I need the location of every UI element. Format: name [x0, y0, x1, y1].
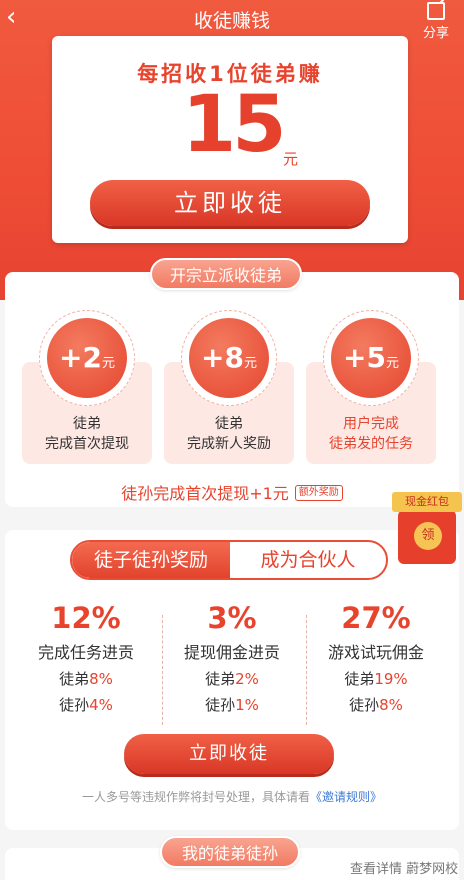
reward-badge: +8元: [181, 310, 277, 406]
commission-percent: 12%: [51, 601, 121, 635]
commission-label: 徒孙: [59, 696, 90, 714]
reward-amount: 15: [182, 80, 287, 170]
reward-unit: 元: [283, 150, 299, 168]
commission-percent: 27%: [341, 601, 411, 635]
feature-line2: 徒弟发的任务: [329, 436, 413, 452]
commission-label: 徒弟: [205, 670, 236, 688]
reward-badge-value: +8: [201, 341, 244, 374]
share-icon: [427, 2, 445, 20]
page-title: 收徒赚钱: [193, 10, 270, 32]
invite-rules-link[interactable]: 《邀请规则》: [310, 790, 382, 804]
reward-badge-unit: 元: [243, 356, 257, 371]
commission-name: 提现佣金进贡: [183, 643, 280, 662]
section-pill-recruit: 开宗立派收徒弟: [150, 258, 302, 290]
feature-line1: 徒弟: [215, 416, 243, 432]
extra-reward-text: 徒孙完成首次提现+1元: [121, 484, 289, 503]
commission-label: 徒弟: [344, 670, 375, 688]
recruit-now-button-2[interactable]: 立即收徒: [124, 734, 334, 774]
rules-notice: 一人多号等违规作弊将封号处理，具体请看《邀请规则》: [0, 788, 464, 805]
rules-text: 一人多号等违规作弊将封号处理，具体请看: [81, 790, 310, 804]
reward-badge-value: +5: [343, 341, 386, 374]
feature-line2: 完成新人奖励: [187, 436, 271, 452]
commission-value: 19%: [374, 670, 408, 688]
commission-value: 8%: [89, 670, 113, 688]
reward-badge: +2元: [39, 310, 135, 406]
commission-name: 游戏试玩佣金: [327, 643, 424, 662]
commission-column: 12% 完成任务进贡 徒弟8% 徒孙4%: [10, 598, 162, 718]
reward-badge-unit: 元: [385, 356, 399, 371]
reward-badge: +5元: [323, 310, 419, 406]
commission-label: 徒弟: [59, 670, 90, 688]
watermark: 查看详情 蔚梦网校: [350, 862, 459, 877]
commission-value: 2%: [235, 670, 259, 688]
reward-badge-unit: 元: [101, 356, 115, 371]
cash-redpack[interactable]: 现金红包 领: [392, 492, 462, 570]
nav-bar: ‹ 收徒赚钱 分享: [0, 0, 464, 41]
commission-label: 徒孙: [205, 696, 236, 714]
feature-line2: 完成首次提现: [45, 436, 129, 452]
redpack-label: 现金红包: [392, 492, 462, 512]
feature-line1: 用户完成: [343, 416, 399, 432]
commission-name: 完成任务进贡: [37, 643, 134, 662]
commission-value: 1%: [235, 696, 259, 714]
reward-badge-value: +2: [59, 341, 102, 374]
redpack-coin-icon: 领: [414, 522, 442, 550]
share-button[interactable]: 分享: [416, 2, 456, 41]
commission-value: 4%: [89, 696, 113, 714]
commission-value: 8%: [379, 696, 403, 714]
commission-label: 徒孙: [349, 696, 380, 714]
feature-line1: 徒弟: [73, 416, 101, 432]
recruit-now-button[interactable]: 立即收徒: [90, 180, 370, 226]
commission-percent: 3%: [207, 601, 257, 635]
tab-disciple-rewards[interactable]: 徒子徒孙奖励: [72, 542, 230, 578]
reward-card: 每招收1位徒弟赚 15 元 立即收徒: [52, 36, 408, 243]
tab-become-partner[interactable]: 成为合伙人: [230, 542, 386, 578]
reward-tabs: 徒子徒孙奖励 成为合伙人: [70, 540, 388, 580]
share-label: 分享: [422, 26, 449, 41]
commission-column: 27% 游戏试玩佣金 徒弟19% 徒孙8%: [300, 598, 452, 718]
section-pill-my-disciples[interactable]: 我的徒弟徒孙: [160, 836, 300, 868]
commission-column: 3% 提现佣金进贡 徒弟2% 徒孙1%: [156, 598, 308, 718]
extra-reward-tag: 额外奖励: [294, 485, 343, 501]
